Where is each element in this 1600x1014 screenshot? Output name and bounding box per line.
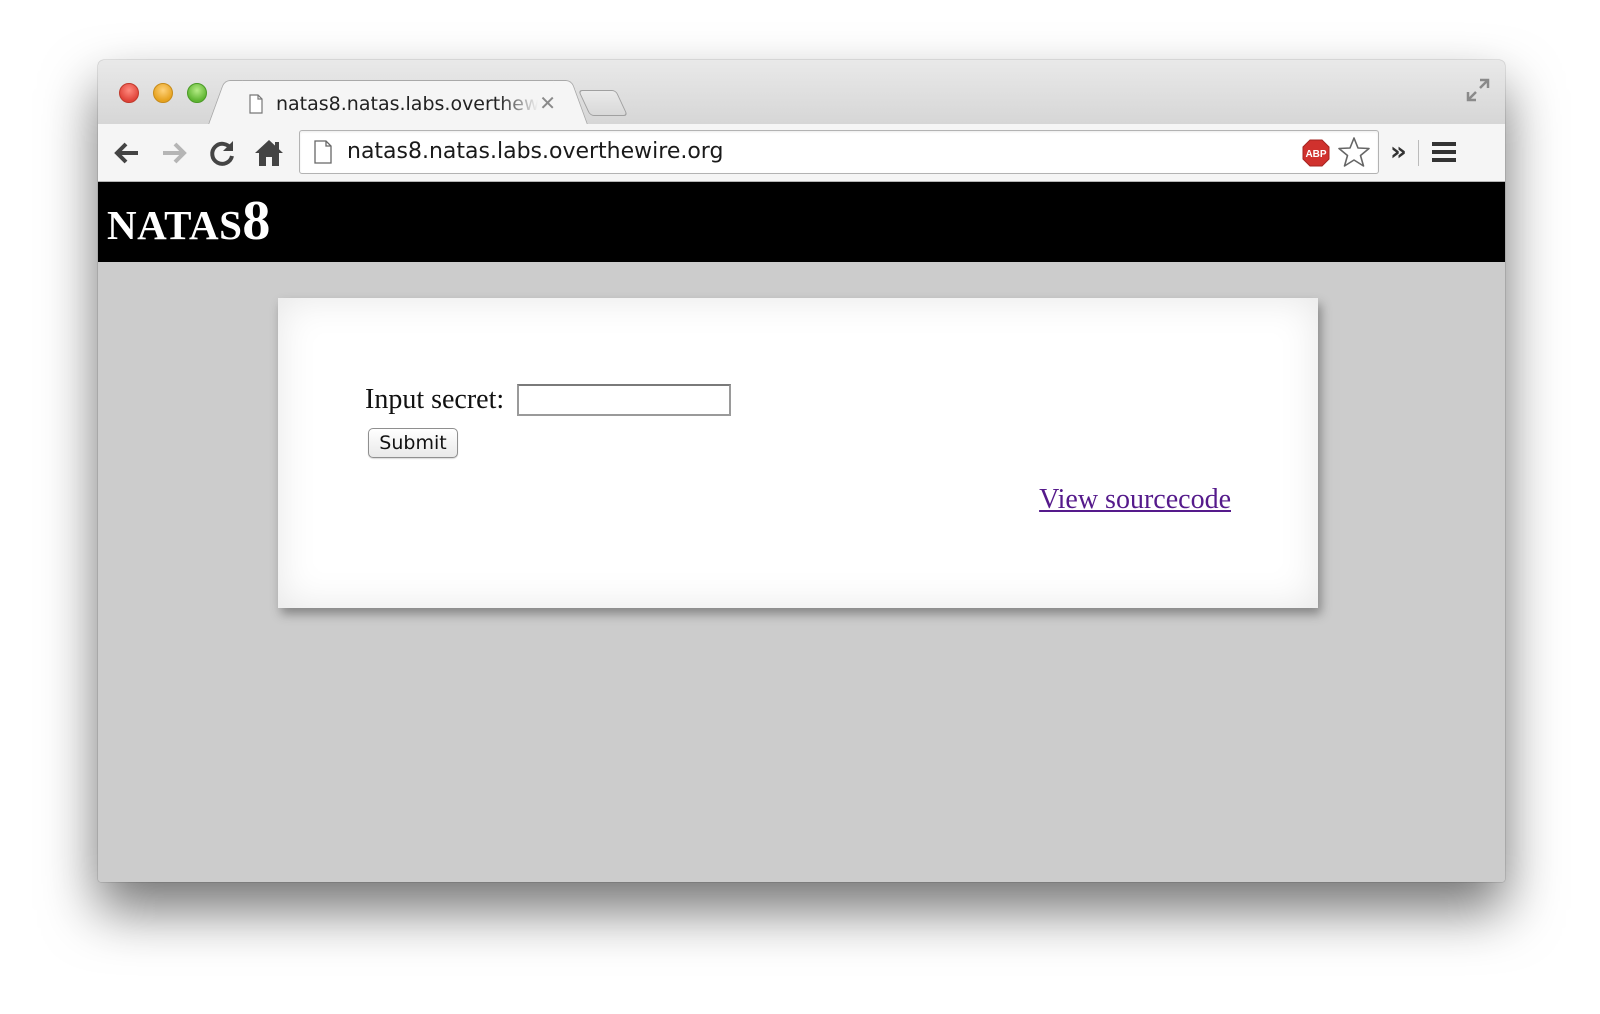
extensions-overflow-icon[interactable]: » — [1390, 135, 1407, 169]
hamburger-menu-icon[interactable] — [1430, 138, 1458, 166]
home-icon[interactable] — [252, 136, 286, 170]
page-icon — [314, 140, 332, 164]
window-close-button[interactable] — [119, 83, 139, 103]
page-icon — [249, 94, 263, 114]
submit-button[interactable]: Submit — [368, 428, 458, 458]
tab-natas8[interactable]: natas8.natas.labs.overthewire.org ✕ — [225, 80, 571, 124]
reload-icon[interactable] — [205, 136, 239, 170]
browser-window: natas8.natas.labs.overthewire.org ✕ nata… — [98, 60, 1505, 882]
browser-toolbar: natas8.natas.labs.overthewire.org ABP » — [98, 124, 1505, 182]
content-panel: Input secret: Submit View sourcecode — [278, 298, 1318, 608]
window-minimize-button[interactable] — [153, 83, 173, 103]
new-tab-button[interactable] — [577, 90, 629, 116]
fullscreen-icon[interactable] — [1465, 77, 1491, 103]
site-title-text: NATAS — [107, 202, 243, 248]
address-bar[interactable]: natas8.natas.labs.overthewire.org ABP — [299, 130, 1379, 174]
toolbar-separator — [1418, 140, 1419, 166]
secret-form-row: Input secret: — [365, 384, 731, 416]
site-header: NATAS8 — [98, 182, 1505, 262]
forward-arrow-icon[interactable] — [157, 136, 191, 170]
window-zoom-button[interactable] — [187, 83, 207, 103]
url-text[interactable]: natas8.natas.labs.overthewire.org — [347, 139, 723, 164]
secret-input[interactable] — [516, 384, 731, 416]
site-title: NATAS8 — [107, 188, 271, 258]
tab-strip: natas8.natas.labs.overthewire.org ✕ — [98, 60, 1505, 124]
star-icon[interactable] — [1338, 136, 1370, 168]
adblock-icon[interactable]: ABP — [1302, 139, 1330, 167]
adblock-label: ABP — [1305, 149, 1326, 160]
page-viewport: NATAS8 Input secret: Submit View sourcec… — [98, 182, 1505, 882]
view-sourcecode-link[interactable]: View sourcecode — [1039, 484, 1231, 516]
site-title-number: 8 — [242, 190, 271, 252]
tab-title: natas8.natas.labs.overthewire.org — [276, 93, 538, 115]
tab-close-icon[interactable]: ✕ — [539, 91, 556, 115]
secret-label: Input secret: — [365, 384, 505, 415]
back-arrow-icon[interactable] — [110, 136, 144, 170]
